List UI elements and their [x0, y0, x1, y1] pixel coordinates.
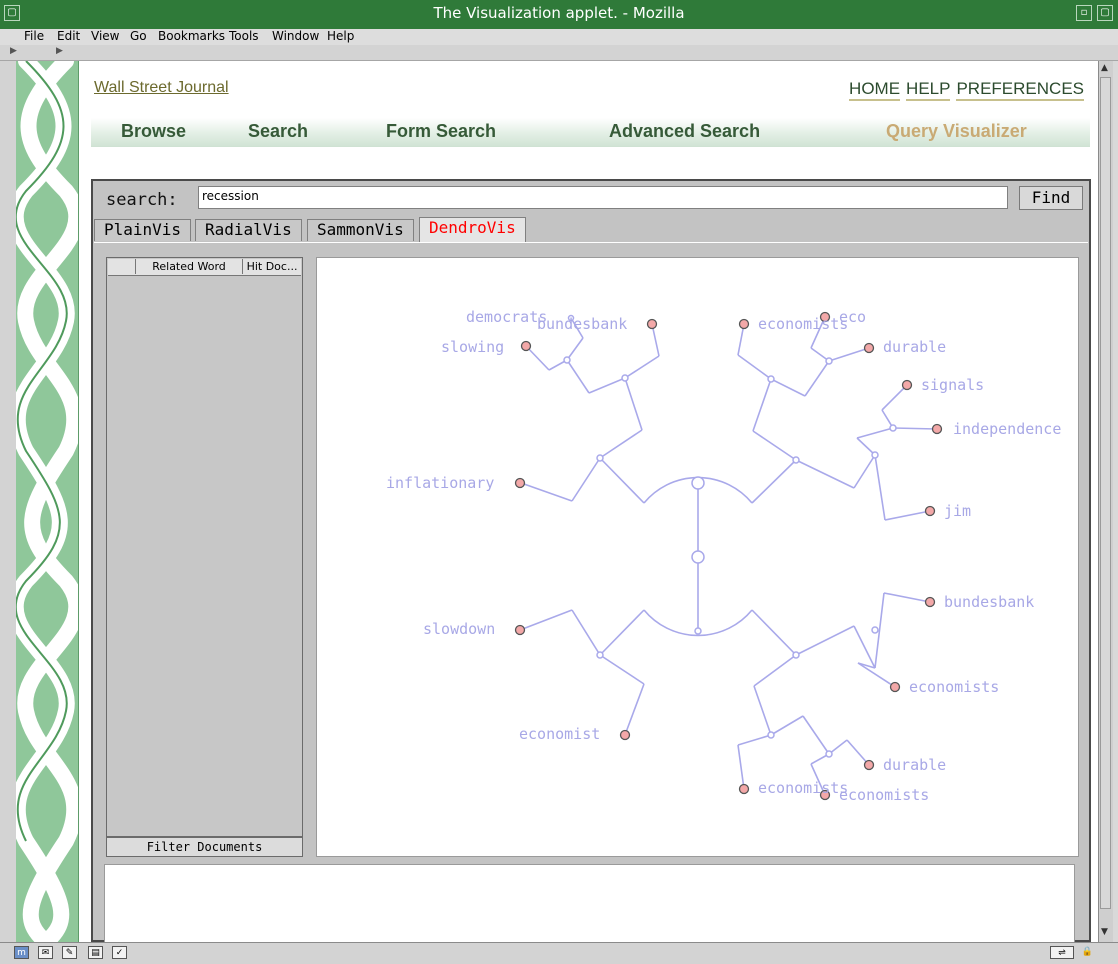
- search-label: search:: [106, 190, 178, 210]
- address-book-icon[interactable]: ▤: [88, 946, 103, 959]
- sidebar-grippy[interactable]: [0, 61, 16, 942]
- leaf-label[interactable]: democrats: [466, 308, 547, 326]
- column-header-related-word[interactable]: Related Word: [136, 259, 243, 274]
- nav-query-visualizer[interactable]: Query Visualizer: [886, 121, 1027, 142]
- leaf-label[interactable]: inflationary: [386, 474, 494, 492]
- decorative-braid: [16, 61, 79, 942]
- table-header: Related Word Hit Doc...: [108, 259, 301, 276]
- tab-sammonvis[interactable]: SammonVis: [307, 219, 414, 241]
- brand-link[interactable]: Wall Street Journal: [94, 79, 229, 97]
- menu-bar: File Edit View Go Bookmarks Tools Window…: [0, 29, 1118, 45]
- menu-file[interactable]: File: [24, 29, 44, 43]
- nav-form-search[interactable]: Form Search: [386, 121, 496, 142]
- collapse-left-icon[interactable]: ▶: [10, 46, 17, 56]
- leaf-label[interactable]: durable: [883, 338, 946, 356]
- filter-documents-button[interactable]: Filter Documents: [106, 837, 303, 857]
- menu-bookmarks[interactable]: Bookmarks: [158, 29, 225, 43]
- tab-radialvis[interactable]: RadialVis: [195, 219, 302, 241]
- leaf-label[interactable]: slowdown: [423, 620, 495, 638]
- tab-dendrovis[interactable]: DendroVis: [419, 217, 526, 242]
- minimize-icon[interactable]: ▫: [1076, 5, 1092, 21]
- menu-tools[interactable]: Tools: [229, 29, 259, 43]
- top-links: HOME HELP PREFERENCES: [843, 79, 1084, 101]
- help-link[interactable]: HELP: [906, 79, 951, 101]
- leaf-label[interactable]: economists: [758, 779, 848, 797]
- preferences-link[interactable]: PREFERENCES: [956, 79, 1084, 101]
- leaf-label[interactable]: economists: [839, 786, 929, 804]
- leaf-label[interactable]: economists: [909, 678, 999, 696]
- nav-advanced-search[interactable]: Advanced Search: [609, 121, 760, 142]
- leaf-label[interactable]: eco: [839, 308, 866, 326]
- leaf-label[interactable]: bundesbank: [944, 593, 1034, 611]
- dendrogram-svg[interactable]: democrats bundesbank slowing economists …: [317, 258, 1078, 856]
- search-input[interactable]: recession: [198, 186, 1008, 209]
- page-scrollbar[interactable]: ▲ ▼: [1098, 61, 1113, 942]
- toolbar-strip: ▶ ▶: [0, 45, 1118, 61]
- site-nav: Browse Search Form Search Advanced Searc…: [91, 118, 1090, 147]
- leaf-label[interactable]: jim: [944, 502, 971, 520]
- menu-view[interactable]: View: [91, 29, 119, 43]
- mail-icon[interactable]: ✉: [38, 946, 53, 959]
- document-results-area[interactable]: [104, 864, 1075, 942]
- status-bar: m ✉ ✎ ▤ ✓ ⇌ 🔒: [0, 942, 1118, 964]
- related-words-table[interactable]: Related Word Hit Doc...: [106, 257, 303, 837]
- menu-help[interactable]: Help: [327, 29, 354, 43]
- scrollbar-thumb[interactable]: [1100, 77, 1111, 909]
- column-header-hit-docs[interactable]: Hit Doc...: [243, 259, 301, 274]
- leaf-label[interactable]: independence: [953, 420, 1061, 438]
- leaf-label[interactable]: bundesbank: [537, 315, 627, 333]
- security-lock-icon[interactable]: 🔒: [1080, 946, 1095, 959]
- column-header-select[interactable]: [108, 259, 136, 274]
- window-menu-icon[interactable]: ▢: [4, 5, 20, 21]
- scroll-down-icon[interactable]: ▼: [1101, 927, 1108, 937]
- tab-panel: Related Word Hit Doc... Filter Documents: [94, 242, 1088, 933]
- maximize-icon[interactable]: ▢: [1097, 5, 1113, 21]
- collapse-right-icon[interactable]: ▶: [56, 46, 63, 56]
- page-content: Wall Street Journal HOME HELP PREFERENCES …: [79, 61, 1098, 942]
- composer-icon[interactable]: ✎: [62, 946, 77, 959]
- menu-window[interactable]: Window: [272, 29, 319, 43]
- mozilla-icon[interactable]: m: [14, 946, 29, 959]
- irc-chat-icon[interactable]: ✓: [112, 946, 127, 959]
- menu-edit[interactable]: Edit: [57, 29, 80, 43]
- tab-plainvis[interactable]: PlainVis: [94, 219, 192, 241]
- leaf-label[interactable]: slowing: [441, 338, 504, 356]
- nav-browse[interactable]: Browse: [121, 121, 186, 142]
- window-titlebar: The Visualization applet. - Mozilla ▢ ▫ …: [0, 0, 1118, 30]
- connection-icon: ⇌: [1050, 946, 1074, 959]
- leaf-label[interactable]: durable: [883, 756, 946, 774]
- menu-go[interactable]: Go: [130, 29, 147, 43]
- home-link[interactable]: HOME: [849, 79, 901, 101]
- scroll-up-icon[interactable]: ▲: [1101, 63, 1108, 73]
- leaf-label[interactable]: economist: [519, 725, 600, 743]
- visualization-applet: search: recession Find PlainVis RadialVi…: [91, 179, 1091, 942]
- nav-search[interactable]: Search: [248, 121, 308, 142]
- window-title: The Visualization applet. - Mozilla: [433, 4, 685, 22]
- dendrogram-canvas[interactable]: democrats bundesbank slowing economists …: [316, 257, 1079, 857]
- leaf-label[interactable]: signals: [921, 376, 984, 394]
- leaf-label[interactable]: economists: [758, 315, 848, 333]
- find-button[interactable]: Find: [1019, 186, 1083, 210]
